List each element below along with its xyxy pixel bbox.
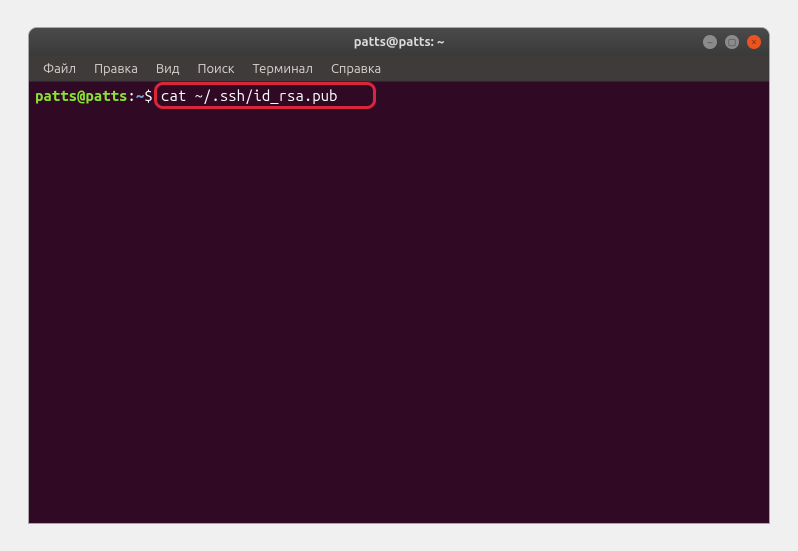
menubar: Файл Правка Вид Поиск Терминал Справка bbox=[29, 56, 769, 82]
prompt-user-host: patts@patts bbox=[35, 86, 127, 106]
terminal-body[interactable]: patts@patts:~$ cat ~/.ssh/id_rsa.pub bbox=[29, 82, 769, 523]
maximize-button[interactable]: ▢ bbox=[725, 35, 739, 49]
window-controls: – ▢ × bbox=[703, 35, 761, 49]
minimize-button[interactable]: – bbox=[703, 35, 717, 49]
prompt-path: ~ bbox=[136, 86, 144, 106]
menu-view[interactable]: Вид bbox=[148, 60, 188, 78]
menu-search[interactable]: Поиск bbox=[189, 60, 242, 78]
menu-help[interactable]: Справка bbox=[323, 60, 389, 78]
menu-terminal[interactable]: Терминал bbox=[244, 60, 320, 78]
window-title: patts@patts: ~ bbox=[354, 35, 445, 49]
menu-file[interactable]: Файл bbox=[35, 60, 84, 78]
close-button[interactable]: × bbox=[747, 35, 761, 49]
prompt-line: patts@patts:~$ cat ~/.ssh/id_rsa.pub bbox=[35, 86, 763, 106]
titlebar: patts@patts: ~ – ▢ × bbox=[29, 28, 769, 56]
prompt-colon: : bbox=[127, 86, 135, 106]
terminal-window: patts@patts: ~ – ▢ × Файл Правка Вид Пои… bbox=[29, 28, 769, 523]
prompt-symbol: $ bbox=[144, 86, 152, 106]
menu-edit[interactable]: Правка bbox=[86, 60, 146, 78]
command-text: cat ~/.ssh/id_rsa.pub bbox=[153, 86, 338, 106]
